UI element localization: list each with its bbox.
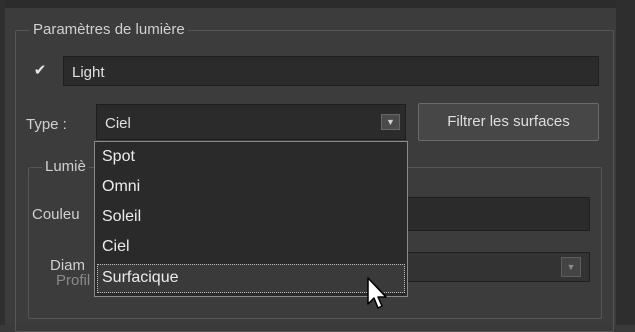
type-label: Type : [26,116,67,133]
color-label: Couleu [32,206,80,223]
light-name-field[interactable]: Light [63,56,599,86]
type-combobox[interactable]: Ciel ▼ [96,104,406,140]
scrollbar-track[interactable] [616,0,635,325]
group-title: Paramètres de lumière [30,21,188,38]
subgroup-title: Lumiè [42,158,89,175]
filter-surfaces-button[interactable]: Filtrer les surfaces [418,103,599,141]
checkmark-icon[interactable]: ✔ [31,63,49,79]
type-dropdown-list[interactable]: Spot Omni Soleil Ciel Surfacique [94,141,408,297]
mouse-pointer-icon [367,277,387,309]
left-border [0,0,5,325]
chevron-down-icon[interactable]: ▼ [561,257,581,277]
dropdown-option-highlighted[interactable]: Surfacique [97,264,405,293]
dropdown-option[interactable]: Omni [97,173,405,202]
light-name-value: Light [72,64,105,81]
chevron-down-icon[interactable]: ▼ [381,114,400,130]
dropdown-option[interactable]: Ciel [97,233,405,262]
type-selected-value: Ciel [105,115,131,132]
top-border [0,0,635,8]
dropdown-option[interactable]: Soleil [97,203,405,232]
dropdown-option[interactable]: Spot [97,143,405,172]
